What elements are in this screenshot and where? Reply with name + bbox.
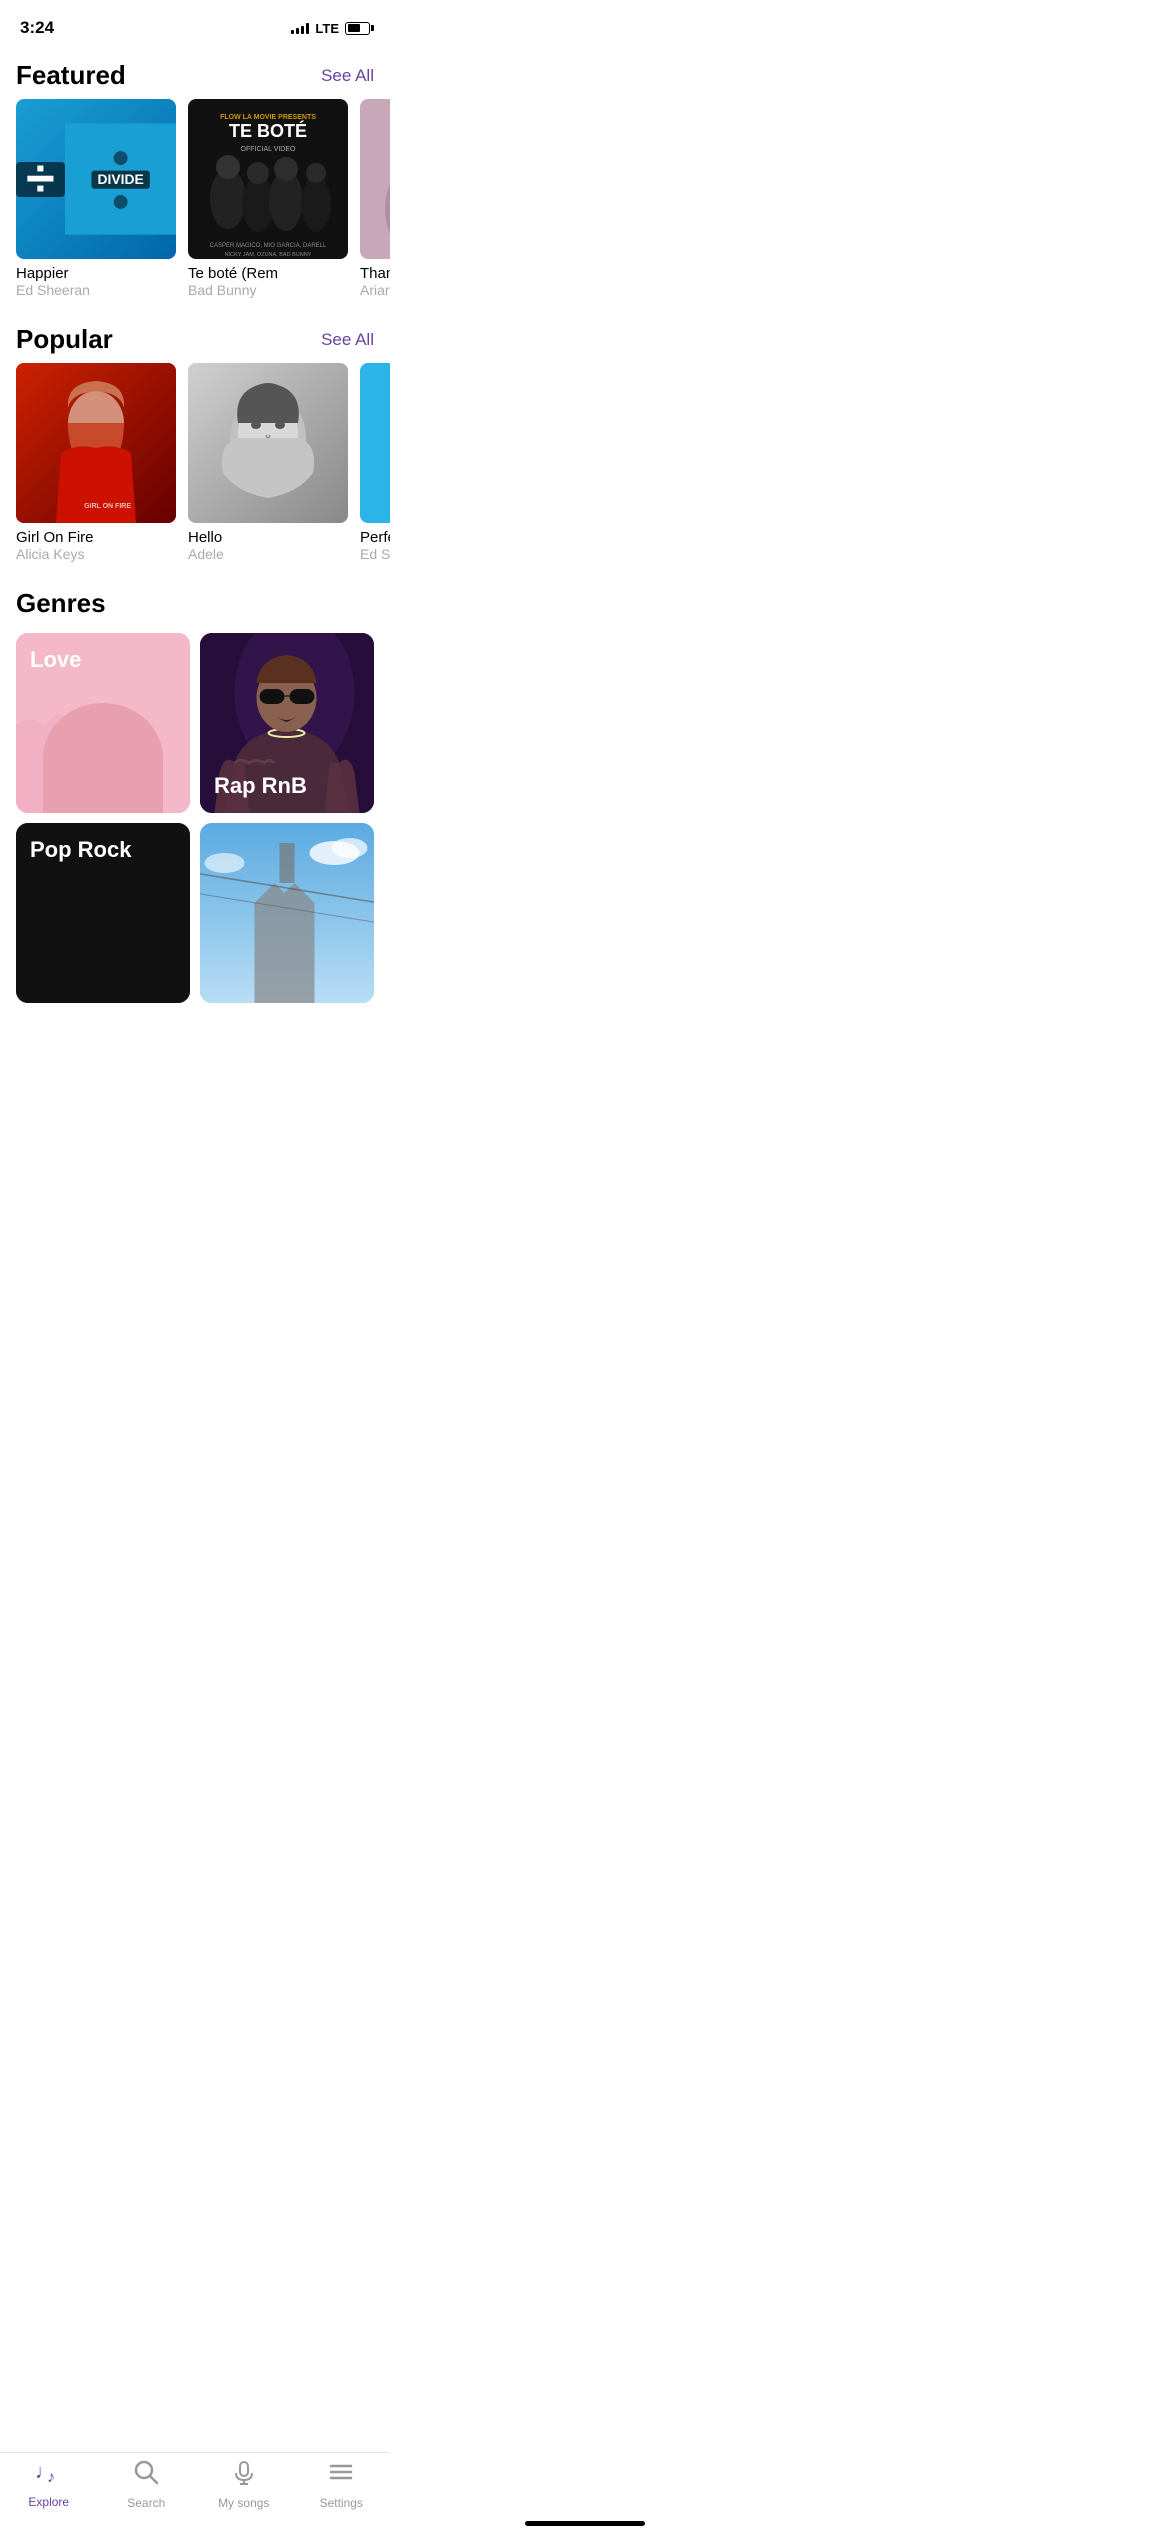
svg-text:CASPER MAGICO, MIO GARCIA, DAR: CASPER MAGICO, MIO GARCIA, DARELL bbox=[210, 243, 327, 249]
lte-label: LTE bbox=[315, 21, 339, 36]
svg-text:DIVIDE: DIVIDE bbox=[97, 171, 143, 187]
battery-icon bbox=[345, 22, 370, 35]
tab-mysongs[interactable]: My songs bbox=[195, 2459, 293, 2510]
popular-header: Popular See All bbox=[0, 314, 390, 363]
album-title: Girl On Fire bbox=[16, 529, 176, 546]
tab-mysongs-label: My songs bbox=[218, 2496, 269, 2510]
tab-explore-label: Explore bbox=[28, 2495, 69, 2509]
popular-see-all[interactable]: See All bbox=[321, 330, 374, 350]
featured-header: Featured See All bbox=[0, 50, 390, 99]
popular-list: GIRL ON FIRE Girl On Fire Alicia Keys bbox=[0, 363, 390, 578]
tab-bar: ♩ ♪ Explore Search My songs bbox=[0, 2452, 390, 2532]
explore-icon: ♩ ♪ bbox=[35, 2460, 63, 2491]
list-item[interactable]: Thank U, Ne Ariana Grand bbox=[360, 99, 390, 298]
album-cover-girlon: GIRL ON FIRE bbox=[16, 363, 176, 523]
status-icons: LTE bbox=[291, 21, 370, 36]
album-artist: Ed Sheeran bbox=[360, 546, 390, 562]
tab-explore[interactable]: ♩ ♪ Explore bbox=[0, 2460, 98, 2509]
tab-settings[interactable]: Settings bbox=[293, 2459, 391, 2510]
svg-text:GIRL ON FIRE: GIRL ON FIRE bbox=[84, 503, 131, 510]
genre-label-rap: Rap RnB bbox=[214, 773, 307, 799]
status-time: 3:24 bbox=[20, 18, 54, 38]
tab-search[interactable]: Search bbox=[98, 2459, 196, 2510]
status-bar: 3:24 LTE bbox=[0, 0, 390, 50]
svg-text:OFFICIAL VIDEO: OFFICIAL VIDEO bbox=[241, 146, 297, 153]
album-title: Thank U, Ne bbox=[360, 265, 390, 282]
album-title: Perfect bbox=[360, 529, 390, 546]
featured-title: Featured bbox=[16, 60, 126, 91]
genres-grid: Love bbox=[16, 633, 374, 1003]
album-artist: Adele bbox=[188, 546, 348, 562]
genre-label-poprock: Pop Rock bbox=[30, 837, 131, 863]
album-artist: Ariana Grand bbox=[360, 282, 390, 298]
album-artist: Bad Bunny bbox=[188, 282, 348, 298]
album-title: Te boté (Rem bbox=[188, 265, 348, 282]
list-item[interactable]: GIRL ON FIRE Girl On Fire Alicia Keys bbox=[16, 363, 176, 562]
genres-title: Genres bbox=[16, 588, 374, 619]
main-scroll: Featured See All DIVIDE bbox=[0, 50, 390, 1083]
svg-text:TE BOTÉ: TE BOTÉ bbox=[229, 120, 307, 141]
featured-list: DIVIDE Happier Ed Sheeran FLOW LA MOVIE … bbox=[0, 99, 390, 314]
popular-title: Popular bbox=[16, 324, 113, 355]
album-title: Happier bbox=[16, 265, 176, 282]
album-artist: Alicia Keys bbox=[16, 546, 176, 562]
album-cover-tebote: FLOW LA MOVIE PRESENTS TE BOTÉ OFFICIAL … bbox=[188, 99, 348, 259]
list-item[interactable]: Hello Adele bbox=[188, 363, 348, 562]
tab-search-label: Search bbox=[127, 2496, 165, 2510]
list-item[interactable]: DIVIDE Happier Ed Sheeran bbox=[16, 99, 176, 298]
signal-icon bbox=[291, 22, 309, 34]
album-cover-hello bbox=[188, 363, 348, 523]
list-item[interactable]: FLOW LA MOVIE PRESENTS TE BOTÉ OFFICIAL … bbox=[188, 99, 348, 298]
settings-icon bbox=[328, 2459, 354, 2492]
genre-card-rap[interactable]: Rap RnB bbox=[200, 633, 374, 813]
album-cover-perfect: DIVIDE bbox=[360, 363, 390, 523]
list-item[interactable]: DIVIDE Perfect Ed Sheeran bbox=[360, 363, 390, 562]
album-artist: Ed Sheeran bbox=[16, 282, 176, 298]
home-indicator bbox=[525, 2521, 645, 2526]
tab-settings-label: Settings bbox=[320, 2496, 363, 2510]
featured-see-all[interactable]: See All bbox=[321, 66, 374, 86]
genre-card-poprock[interactable]: Pop Rock bbox=[16, 823, 190, 1003]
album-cover-happier: DIVIDE bbox=[16, 99, 176, 259]
genre-label-love: Love bbox=[30, 647, 81, 673]
album-title: Hello bbox=[188, 529, 348, 546]
search-icon bbox=[133, 2459, 159, 2492]
svg-text:NICKY JAM, OZUNA, BAD BUNNY: NICKY JAM, OZUNA, BAD BUNNY bbox=[225, 252, 312, 258]
genres-section: Genres bbox=[0, 578, 390, 1003]
genre-card-love[interactable]: Love bbox=[16, 633, 190, 813]
genre-card-4[interactable] bbox=[200, 823, 374, 1003]
svg-text:♪: ♪ bbox=[47, 2469, 55, 2484]
svg-text:FLOW LA MOVIE PRESENTS: FLOW LA MOVIE PRESENTS bbox=[220, 114, 316, 121]
album-cover-thanku bbox=[360, 99, 390, 259]
mysongs-icon bbox=[231, 2459, 257, 2492]
